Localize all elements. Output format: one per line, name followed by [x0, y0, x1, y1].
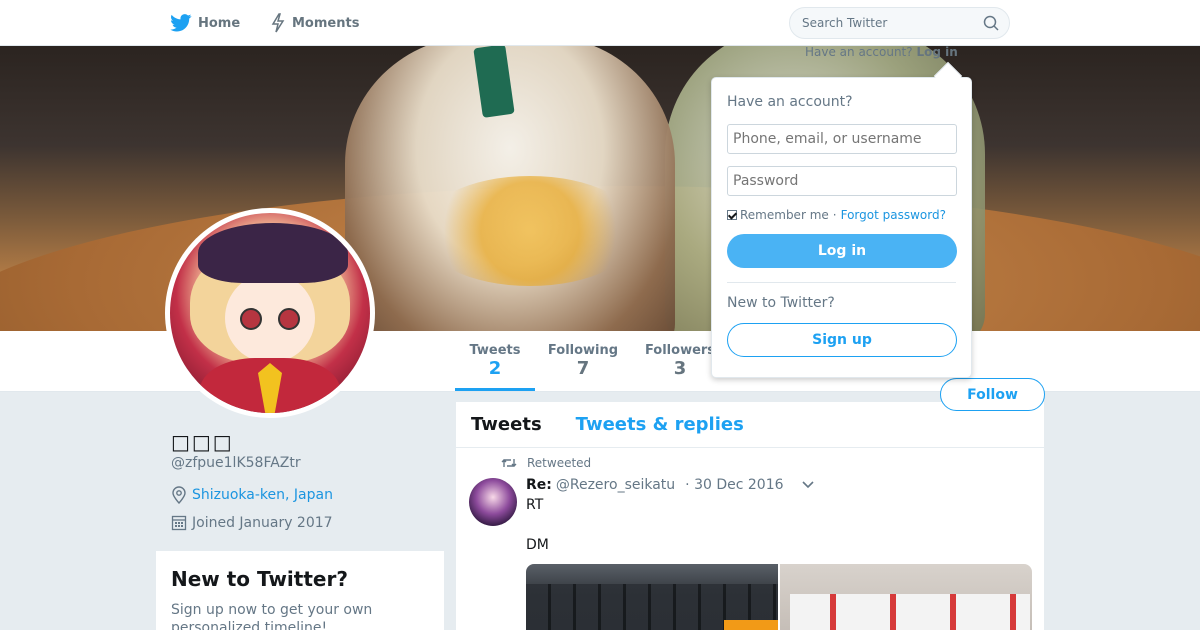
- signup-promo-card: New to Twitter? Sign up now to get your …: [156, 551, 444, 630]
- remember-me-checkbox[interactable]: [727, 210, 737, 220]
- twitter-bird-icon: [170, 14, 192, 32]
- signup-promo-title: New to Twitter?: [171, 567, 348, 591]
- lightning-icon: [271, 13, 285, 33]
- profile-handle[interactable]: @zfpue1lK58FAZtr: [171, 455, 301, 471]
- stat-followers-value: 3: [673, 358, 687, 379]
- nav-home[interactable]: Home: [170, 0, 240, 46]
- tweet-photo-keyboard[interactable]: [526, 564, 778, 630]
- login-button[interactable]: Log in: [727, 234, 957, 268]
- location-pin-icon: [172, 486, 186, 504]
- tweet-timestamp[interactable]: · 30 Dec 2016: [685, 477, 783, 493]
- stat-followers-label: Followers: [644, 343, 716, 358]
- remember-me-label[interactable]: Remember me: [740, 208, 829, 222]
- retweet-icon: [501, 459, 517, 467]
- stat-following-label: Following: [547, 343, 619, 358]
- remember-row: Remember me · Forgot password?: [727, 208, 956, 222]
- avatar[interactable]: [165, 208, 375, 418]
- login-hint: Have an account? Log in: [805, 45, 958, 59]
- profile-location: Shizuoka-ken, Japan: [171, 486, 333, 504]
- banner-topping: [420, 176, 640, 286]
- top-navigation-bar: Home Moments Search Twitter: [0, 0, 1200, 46]
- dropdown-divider: [727, 282, 956, 283]
- search-placeholder: Search Twitter: [802, 16, 888, 30]
- tweet-author-name[interactable]: Re:: [526, 477, 552, 493]
- username-field[interactable]: [727, 124, 957, 154]
- profile-joined-text: Joined January 2017: [192, 514, 333, 531]
- profile-name[interactable]: □□□: [171, 430, 234, 454]
- nav-home-label: Home: [198, 15, 241, 31]
- avatar-face: [225, 273, 315, 363]
- stat-following[interactable]: Following 7: [545, 343, 621, 379]
- new-to-twitter-heading: New to Twitter?: [727, 295, 835, 311]
- stat-following-value: 7: [576, 358, 590, 379]
- nav-moments[interactable]: Moments: [270, 0, 359, 46]
- tweet-photo-cards[interactable]: [780, 564, 1032, 630]
- avatar-eye-left: [240, 308, 262, 330]
- password-field[interactable]: [727, 166, 957, 196]
- retweeted-context: Retweeted: [501, 456, 591, 470]
- chevron-down-icon[interactable]: [801, 480, 815, 490]
- timeline: Tweets Tweets & replies Retweeted Re: @R…: [456, 402, 1044, 630]
- forgot-password-link[interactable]: Forgot password?: [841, 208, 946, 222]
- calendar-icon: [171, 515, 187, 531]
- stat-tweets-value: 2: [488, 358, 502, 379]
- nav-moments-label: Moments: [292, 15, 360, 31]
- login-dropdown: Have an account? Remember me · Forgot pa…: [711, 77, 972, 378]
- remember-separator: ·: [832, 208, 837, 222]
- signup-promo-text: Sign up now to get your own personalized…: [171, 602, 373, 630]
- login-dropdown-heading: Have an account?: [727, 94, 853, 110]
- avatar-image: [170, 213, 370, 413]
- avatar-hat: [198, 223, 348, 283]
- tweet-author-avatar[interactable]: [469, 478, 517, 526]
- avatar-eye-right: [278, 308, 300, 330]
- search-icon[interactable]: [983, 15, 999, 31]
- tweet-text-line-1: RT: [526, 497, 544, 513]
- profile-joined: Joined January 2017: [171, 514, 333, 531]
- tweet-author-handle[interactable]: @Rezero_seikatu: [556, 477, 675, 493]
- profile-location-link[interactable]: Shizuoka-ken, Japan: [192, 487, 333, 503]
- tab-tweets-and-replies[interactable]: Tweets & replies: [576, 414, 744, 435]
- login-hint-question: Have an account?: [805, 45, 913, 59]
- signup-button[interactable]: Sign up: [727, 323, 957, 357]
- stat-tweets-label: Tweets: [469, 343, 521, 358]
- retweeted-label: Retweeted: [527, 456, 592, 470]
- follow-button[interactable]: Follow: [940, 378, 1045, 411]
- search-input[interactable]: Search Twitter: [789, 7, 1010, 39]
- stat-tweets[interactable]: Tweets 2: [455, 343, 535, 391]
- tweet-text-line-2: DM: [526, 537, 549, 553]
- tab-tweets[interactable]: Tweets: [471, 414, 542, 435]
- photo-gift-cards: [790, 594, 1030, 630]
- stat-followers[interactable]: Followers 3: [640, 343, 720, 379]
- tweet-media: [526, 564, 1032, 630]
- tweet-header: Re: @Rezero_seikatu · 30 Dec 2016: [526, 477, 784, 493]
- photo-orange-note: [724, 620, 778, 630]
- login-hint-link[interactable]: Log in: [916, 45, 957, 59]
